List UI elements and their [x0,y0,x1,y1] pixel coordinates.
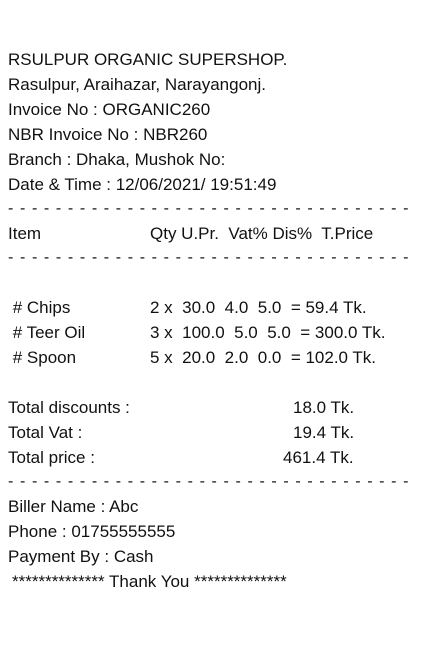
total-vat-label: Total Vat : [8,423,83,442]
invoice-number: Invoice No : ORGANIC260 [8,100,211,119]
nbr-invoice-number: NBR Invoice No : NBR260 [8,125,208,144]
date-time: Date & Time : 12/06/2021/ 19:51:49 [8,175,277,194]
separator-top: - - - - - - - - - - - - - - - - - - - - … [8,200,410,217]
separator-bottom: - - - - - - - - - - - - - - - - - - - - … [8,473,410,490]
item-name: # Spoon [8,348,77,367]
store-name: RSULPUR ORGANIC SUPERSHOP. [8,50,288,69]
biller-name: Biller Name : Abc [8,497,139,516]
item-detail: 5 x 20.0 2.0 0.0 = 102.0 Tk. [150,348,377,367]
table-header-item: Item [8,224,42,243]
store-address: Rasulpur, Araihazar, Narayangonj. [8,75,266,94]
phone-number: Phone : 01755555555 [8,522,176,541]
branch-line: Branch : Dhaka, Mushok No: [8,150,226,169]
total-price-value: 461.4 Tk. [283,448,354,467]
separator-header: - - - - - - - - - - - - - - - - - - - - … [8,249,410,266]
total-price-label: Total price : [8,448,95,467]
receipt: RSULPUR ORGANIC SUPERSHOP. Rasulpur, Ara… [0,0,422,647]
total-discounts-value: 18.0 Tk. [293,398,355,417]
total-vat-value: 19.4 Tk. [293,423,355,442]
item-detail: 2 x 30.0 4.0 5.0 = 59.4 Tk. [150,298,367,317]
item-name: # Chips [8,298,71,317]
payment-method: Payment By : Cash [8,547,154,566]
total-discounts-label: Total discounts : [8,398,130,417]
item-detail: 3 x 100.0 5.0 5.0 = 300.0 Tk. [150,323,386,342]
item-name: # Teer Oil [8,323,86,342]
thank-you-message: ************** Thank You ************** [12,572,287,591]
table-header-columns: Qty U.Pr. Vat% Dis% T.Price [150,224,374,243]
